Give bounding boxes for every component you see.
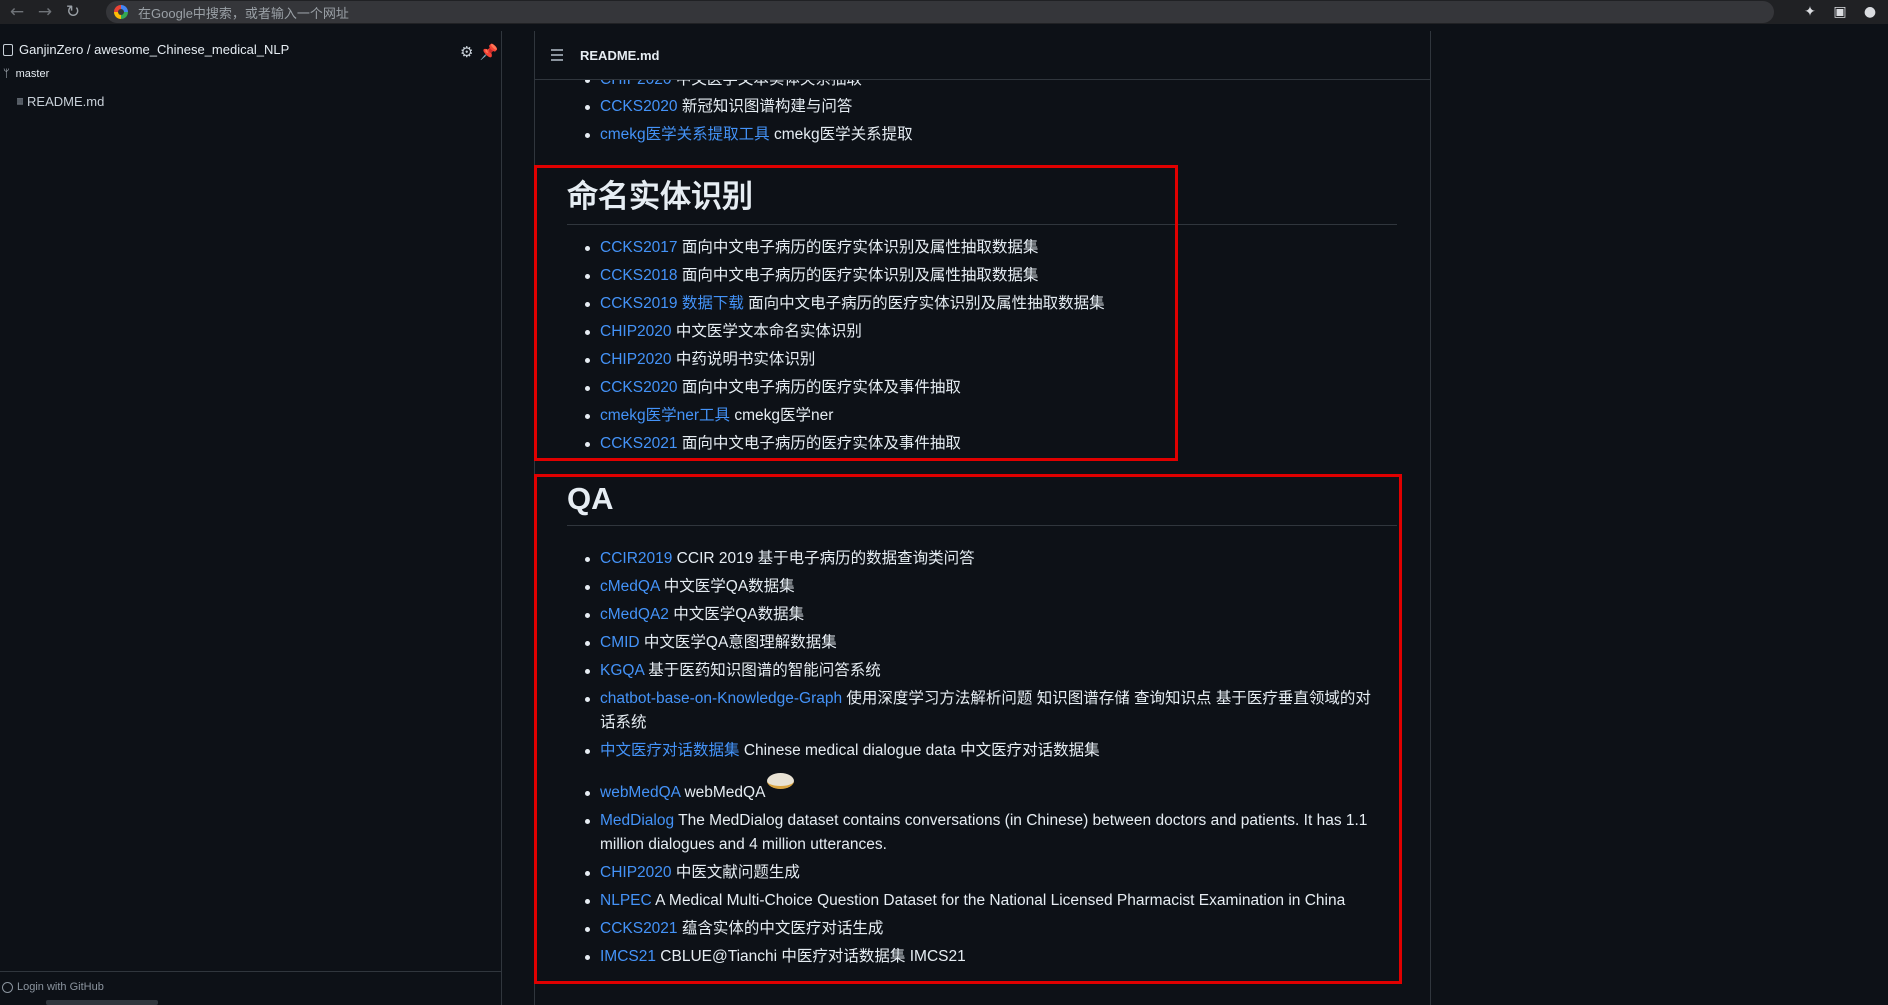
readme-panel: README.md CHIP2020 中文医学文本实体关系抽取 CCKS2020…: [534, 31, 1431, 1005]
branch-icon: ᛘ: [3, 67, 10, 80]
forward-arrow-icon[interactable]: →: [34, 1, 56, 23]
list-item: CCKS2020 新冠知识图谱构建与问答: [585, 95, 1385, 119]
file-item-readme[interactable]: ▥ README.md: [17, 94, 104, 109]
list-item: CHIP2020 中药说明书实体识别: [585, 348, 1385, 372]
file-tree-sidebar: GanjinZero / awesome_Chinese_medical_NLP…: [0, 31, 502, 1005]
item-link-download[interactable]: 数据下载: [682, 295, 744, 312]
item-link[interactable]: CCKS2021: [600, 435, 678, 452]
item-link[interactable]: CCKS2018: [600, 267, 678, 284]
list-item: cmekg医学关系提取工具 cmekg医学关系提取: [585, 123, 1385, 147]
item-link[interactable]: cmekg医学关系提取工具: [600, 126, 770, 143]
list-item: CCKS2021 面向中文电子病历的医疗实体及事件抽取: [585, 432, 1385, 456]
list-item: NLPEC A Medical Multi-Choice Question Da…: [585, 889, 1385, 913]
horizontal-scrollbar[interactable]: [46, 1000, 158, 1005]
github-icon: [2, 981, 13, 993]
item-link[interactable]: CCKS2019: [600, 295, 678, 312]
login-with-github[interactable]: Login with GitHub: [0, 971, 501, 1002]
item-link[interactable]: IMCS21: [600, 948, 656, 965]
markdown-file-icon: ▥: [17, 96, 24, 107]
list-item: CCKS2019 数据下载 面向中文电子病历的医疗实体识别及属性抽取数据集: [585, 292, 1385, 316]
gear-icon[interactable]: ⚙: [460, 43, 473, 61]
item-link[interactable]: CCKS2020: [600, 98, 678, 115]
google-icon: [114, 5, 128, 19]
browser-toolbar: ← → ↻ 在Google中搜索，或者输入一个网址 ✦ ▣ ●: [0, 0, 1888, 24]
item-link[interactable]: webMedQA: [600, 784, 680, 801]
repo-icon: [3, 43, 13, 56]
item-link[interactable]: CCKS2021: [600, 920, 678, 937]
branch-indicator[interactable]: ᛘ master: [3, 67, 49, 80]
item-link[interactable]: CMID: [600, 634, 640, 651]
item-link[interactable]: MedDialog: [600, 812, 674, 829]
list-item: CCKS2017 面向中文电子病历的医疗实体识别及属性抽取数据集: [585, 236, 1385, 260]
readme-header: README.md: [535, 31, 1430, 80]
list-item: CCIR2019 CCIR 2019 基于电子病历的数据查询类问答: [585, 547, 1385, 571]
address-placeholder: 在Google中搜索，或者输入一个网址: [138, 5, 349, 21]
item-link[interactable]: NLPEC: [600, 892, 652, 909]
list-item: cMedQA 中文医学QA数据集: [585, 575, 1385, 599]
profile-icon[interactable]: ●: [1860, 2, 1880, 22]
item-link[interactable]: 中文医疗对话数据集: [600, 742, 740, 759]
item-link[interactable]: CHIP2020: [600, 323, 672, 340]
item-link[interactable]: chatbot-base-on-Knowledge-Graph: [600, 690, 842, 707]
list-item: CMID 中文医学QA意图理解数据集: [585, 631, 1385, 655]
list-item: KGQA 基于医药知识图谱的智能问答系统: [585, 659, 1385, 683]
list-item: 中文医疗对话数据集 Chinese medical dialogue data …: [585, 739, 1385, 763]
side-panel-icon[interactable]: ▣: [1830, 2, 1850, 22]
repo-name[interactable]: GanjinZero / awesome_Chinese_medical_NLP: [19, 42, 289, 57]
login-label[interactable]: Login with GitHub: [17, 981, 104, 993]
branch-name: master: [15, 67, 50, 80]
file-name[interactable]: README.md: [27, 94, 104, 109]
list-item: webMedQA webMedQA: [585, 773, 1385, 805]
list-item: MedDialog The MedDialog dataset contains…: [585, 809, 1385, 857]
list-item: cmekg医学ner工具 cmekg医学ner: [585, 404, 1385, 428]
list-item: CCKS2018 面向中文电子病历的医疗实体识别及属性抽取数据集: [585, 264, 1385, 288]
item-link[interactable]: cMedQA: [600, 578, 659, 595]
item-link[interactable]: CCKS2020: [600, 379, 678, 396]
reload-icon[interactable]: ↻: [62, 1, 84, 23]
list-item: chatbot-base-on-Knowledge-Graph 使用深度学习方法…: [585, 687, 1385, 735]
list-item: CHIP2020 中医文献问题生成: [585, 861, 1385, 885]
item-link[interactable]: KGQA: [600, 662, 644, 679]
back-arrow-icon[interactable]: ←: [6, 1, 28, 23]
list-item: IMCS21 CBLUE@Tianchi 中医疗对话数据集 IMCS21: [585, 945, 1385, 969]
item-link[interactable]: cMedQA2: [600, 606, 669, 623]
item-link[interactable]: CCIR2019: [600, 550, 672, 567]
item-link[interactable]: CHIP2020: [600, 351, 672, 368]
pin-icon[interactable]: 📌: [479, 43, 498, 61]
readme-title: README.md: [580, 47, 660, 63]
item-link[interactable]: cmekg医学ner工具: [600, 407, 730, 424]
laughing-emoji-icon: [767, 773, 795, 789]
section-heading-qa: QA: [567, 481, 1397, 526]
section-heading-ner: 命名实体识别: [567, 171, 1397, 225]
extensions-icon[interactable]: ✦: [1800, 2, 1820, 22]
repo-title[interactable]: GanjinZero / awesome_Chinese_medical_NLP: [3, 42, 289, 57]
list-item: cMedQA2 中文医学QA数据集: [585, 603, 1385, 627]
address-bar[interactable]: 在Google中搜索，或者输入一个网址: [106, 1, 1774, 23]
item-link[interactable]: CHIP2020: [600, 864, 672, 881]
item-link[interactable]: CCKS2017: [600, 239, 678, 256]
list-item: CCKS2021 蕴含实体的中文医疗对话生成: [585, 917, 1385, 941]
list-item: CHIP2020 中文医学文本命名实体识别: [585, 320, 1385, 344]
table-of-contents-icon[interactable]: [551, 49, 563, 61]
list-item: CCKS2020 面向中文电子病历的医疗实体及事件抽取: [585, 376, 1385, 400]
